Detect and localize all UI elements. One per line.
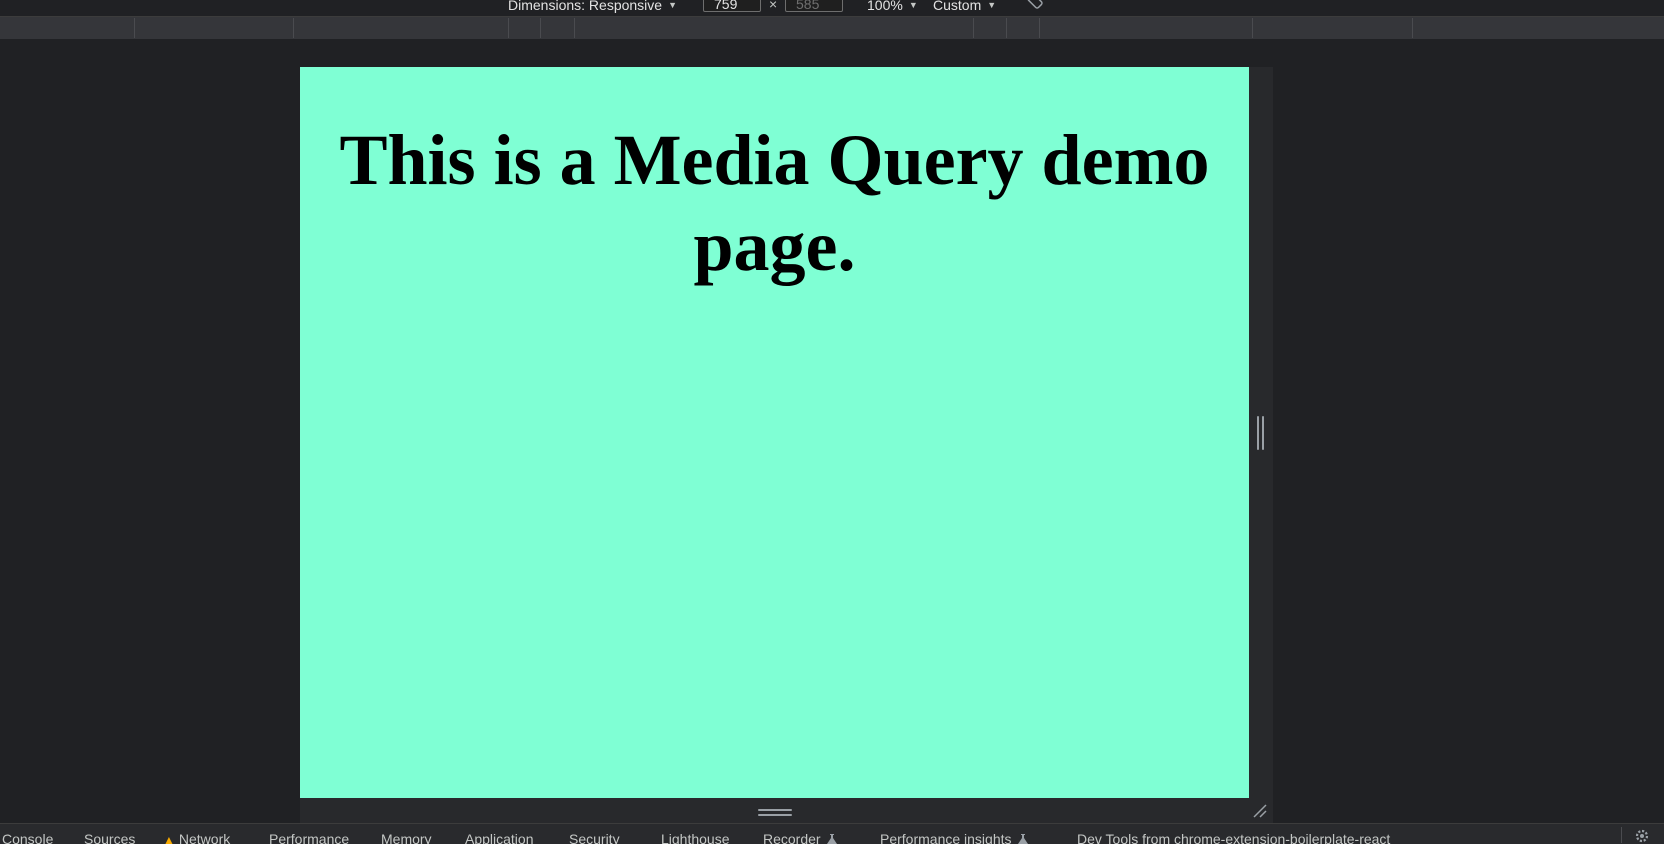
media-query-segment[interactable] (974, 18, 1007, 38)
media-query-segment[interactable] (294, 18, 509, 38)
tab-label: Lighthouse (661, 831, 730, 844)
dimensions-label: Dimensions: Responsive (508, 0, 663, 13)
gear-icon[interactable] (1634, 828, 1650, 844)
tab-recorder[interactable]: Recorder (763, 830, 837, 844)
media-query-segment[interactable] (1007, 18, 1040, 38)
chevron-down-icon: ▼ (908, 0, 918, 10)
flask-icon (826, 834, 837, 844)
tab-label: Memory (381, 831, 432, 844)
media-query-segment[interactable] (0, 18, 135, 38)
media-query-segment[interactable] (1253, 18, 1413, 38)
throttle-label: Custom (933, 0, 982, 13)
zoom-label: 100% (867, 0, 903, 13)
warning-icon: ▲ (163, 833, 175, 844)
chevron-down-icon: ▼ (668, 0, 677, 10)
tab-performance[interactable]: Performance (269, 830, 349, 844)
device-viewport-frame: This is a Media Query demo page. (300, 67, 1273, 823)
flask-icon (1017, 834, 1028, 844)
media-query-segment[interactable] (509, 18, 541, 38)
tab-label: Performance insights (880, 831, 1012, 844)
rotate-device-icon[interactable] (1026, 0, 1044, 10)
tab-lighthouse[interactable]: Lighthouse (661, 830, 730, 844)
media-query-segment[interactable] (575, 18, 974, 38)
resize-handle-icon[interactable] (758, 808, 792, 818)
resize-handle-icon[interactable] (1256, 416, 1266, 450)
tab-console[interactable]: Console (2, 830, 53, 844)
page-heading: This is a Media Query demo page. (339, 120, 1210, 286)
dimensions-dropdown[interactable]: Dimensions: Responsive ▼ (508, 0, 677, 15)
device-toolbar: Dimensions: Responsive ▼ 759 × 585 100% ▼ … (0, 0, 1664, 17)
tab-network[interactable]: ▲ Network (163, 830, 230, 844)
devtools-tab-bar: Console Sources ▲ Network Performance Mem… (0, 823, 1664, 844)
tab-label: Sources (84, 831, 136, 844)
tab-divider (1621, 827, 1622, 843)
media-query-bar[interactable] (0, 17, 1664, 39)
times-icon: × (769, 0, 778, 12)
media-query-segment[interactable] (541, 18, 575, 38)
tab-extension-devtools[interactable]: Dev Tools from chrome-extension-boilerpl… (1077, 830, 1390, 844)
devtools-window: Dimensions: Responsive ▼ 759 × 585 100% ▼ … (0, 0, 1664, 844)
tab-security[interactable]: Security (569, 830, 620, 844)
width-input[interactable]: 759 (703, 0, 761, 12)
tab-memory[interactable]: Memory (381, 830, 432, 844)
tab-application[interactable]: Application (465, 830, 534, 844)
tab-label: Performance (269, 831, 350, 844)
tab-label: Console (2, 831, 54, 844)
tab-label: Dev Tools from chrome-extension-boilerpl… (1077, 831, 1391, 844)
page-viewport: This is a Media Query demo page. (300, 67, 1249, 798)
tab-performance-insights[interactable]: Performance insights (880, 830, 1028, 844)
tab-sources[interactable]: Sources (84, 830, 135, 844)
throttle-dropdown[interactable]: Custom ▼ (933, 0, 996, 15)
height-input[interactable]: 585 (785, 0, 843, 12)
tab-label: Network (178, 831, 231, 844)
chevron-down-icon: ▼ (987, 0, 997, 10)
media-query-segment[interactable] (1040, 18, 1253, 38)
media-query-segment[interactable] (135, 18, 294, 38)
tab-label: Security (569, 831, 620, 844)
zoom-dropdown[interactable]: 100% ▼ (867, 0, 918, 15)
resize-corner-icon[interactable] (1251, 802, 1269, 820)
tab-label: Application (465, 831, 534, 844)
tab-label: Recorder (763, 831, 821, 844)
